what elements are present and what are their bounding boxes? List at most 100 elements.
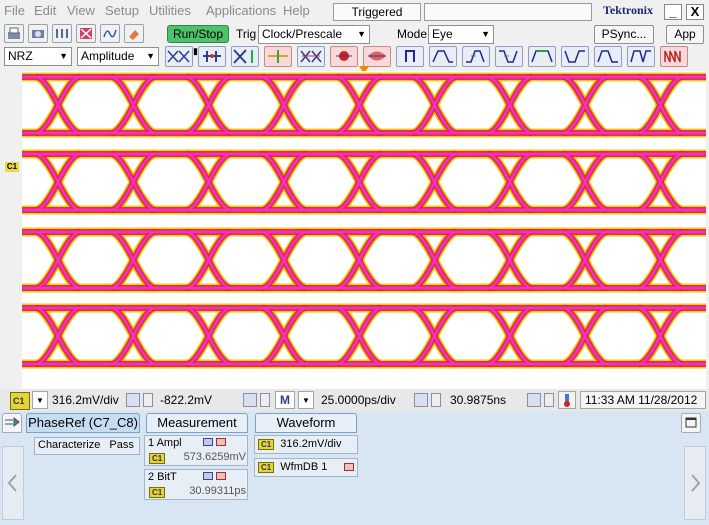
crossing-icon[interactable] <box>198 46 226 67</box>
psync-button[interactable]: PSync... <box>594 25 654 44</box>
scroll-right-button[interactable] <box>684 446 706 520</box>
waveform-label: WfmDB 1 <box>280 461 328 473</box>
run-stop-button[interactable]: Run/Stop ▮▮ <box>167 25 229 56</box>
trig-source-value: Clock/Prescale <box>262 27 343 41</box>
measurement-card[interactable]: 1 Ampl C1 573.6259mV <box>144 435 248 466</box>
eraser-icon[interactable] <box>124 24 144 43</box>
math-dropdown[interactable]: ▼ <box>298 391 314 409</box>
eye-height-icon[interactable] <box>231 46 259 67</box>
rise-fall-icon[interactable] <box>429 46 457 67</box>
keypad-icon[interactable] <box>126 393 140 407</box>
waveform-item[interactable]: C1 316.2mV/div <box>254 435 358 454</box>
channel-marker[interactable]: C1 <box>5 162 19 172</box>
measure-type-value: Amplitude <box>81 49 135 63</box>
stats-icon <box>203 472 213 480</box>
close-button[interactable]: X <box>686 4 704 20</box>
channel-select-button[interactable]: C1 <box>10 392 30 410</box>
keypad-icon[interactable] <box>243 393 257 407</box>
expand-icon[interactable] <box>2 413 22 433</box>
tab-measurement[interactable]: Measurement <box>146 413 248 433</box>
signal-type-value: NRZ <box>8 49 33 63</box>
trigger-status: Triggered <box>333 3 421 21</box>
status-field <box>424 3 592 21</box>
close-icon[interactable] <box>216 438 226 446</box>
menu-edit[interactable]: Edit <box>34 3 56 18</box>
low-level-icon[interactable] <box>561 46 589 67</box>
mode-select[interactable]: Eye ▼ <box>428 25 494 44</box>
chevron-down-icon: ▼ <box>146 51 155 61</box>
spin-icon[interactable] <box>260 393 270 407</box>
date-time: 11:33 AM 11/28/2012 <box>580 391 706 409</box>
run-stop-label: Run/Stop <box>172 27 224 41</box>
waveform-channel: C1 <box>258 462 275 473</box>
app-button[interactable]: App <box>666 25 704 44</box>
waveform-item[interactable]: C1 WfmDB 1 <box>254 458 358 477</box>
clear-data-icon[interactable] <box>76 24 96 43</box>
menu-utilities[interactable]: Utilities <box>149 3 191 18</box>
jitter-icon[interactable] <box>264 46 292 67</box>
menu-setup[interactable]: Setup <box>105 3 139 18</box>
signal-type-select[interactable]: NRZ ▼ <box>4 47 72 66</box>
spin-icon[interactable] <box>544 393 554 407</box>
menu-bar: File Edit View Setup Utilities Applicati… <box>0 0 709 22</box>
characterize-row[interactable]: Characterize Pass <box>34 437 140 455</box>
trig-source-select[interactable]: Clock/Prescale ▼ <box>258 25 370 44</box>
measurement-name: 1 Ampl <box>148 437 182 449</box>
channel-label: C1 <box>13 396 25 406</box>
duty-cycle-icon[interactable] <box>594 46 622 67</box>
close-icon[interactable] <box>216 472 226 480</box>
measurement-value: 30.99311ps <box>189 485 246 497</box>
tab-waveform[interactable]: Waveform <box>255 413 357 433</box>
brand-logo: Tektronix <box>603 3 654 17</box>
rise-time-icon[interactable] <box>462 46 490 67</box>
vertical-scale[interactable]: 316.2mV/div <box>52 393 119 407</box>
tab-phase-ref[interactable]: PhaseRef (C7_C8) <box>26 413 140 433</box>
chevron-down-icon: ▼ <box>36 396 44 405</box>
chevron-down-icon: ▼ <box>481 29 490 39</box>
close-icon[interactable] <box>344 463 354 471</box>
window-restore-icon[interactable] <box>681 413 701 433</box>
stats-icon <box>203 438 213 446</box>
spin-icon[interactable] <box>143 393 153 407</box>
minimize-button[interactable]: _ <box>664 4 682 20</box>
measurement-name: 2 BitT <box>148 471 177 483</box>
print-icon[interactable] <box>4 24 24 43</box>
trig-label: Trig <box>236 27 257 41</box>
menu-applications[interactable]: Applications <box>206 3 276 18</box>
autoset-icon[interactable] <box>52 24 72 43</box>
eye-width-icon[interactable] <box>297 46 325 67</box>
measurement-card[interactable]: 2 BitT C1 30.99311ps <box>144 469 248 500</box>
horizontal-scale[interactable]: 25.0000ps/div <box>321 393 396 407</box>
spin-icon[interactable] <box>431 393 441 407</box>
scroll-left-button[interactable] <box>2 446 24 520</box>
high-level-icon[interactable] <box>528 46 556 67</box>
extinction-ratio-icon[interactable] <box>165 46 193 67</box>
channel-dropdown[interactable]: ▼ <box>32 391 48 409</box>
temperature-icon[interactable] <box>558 391 576 409</box>
menu-file[interactable]: File <box>4 3 25 18</box>
keypad-icon[interactable] <box>527 393 541 407</box>
menu-help[interactable]: Help <box>283 3 310 18</box>
fall-time-icon[interactable] <box>495 46 523 67</box>
measurement-channel: C1 <box>149 453 166 464</box>
pulse-icon[interactable] <box>396 46 424 67</box>
period-icon[interactable] <box>627 46 655 67</box>
characterize-label: Characterize <box>38 439 101 451</box>
noise-icon[interactable] <box>330 46 358 67</box>
frequency-icon[interactable] <box>660 46 688 67</box>
camera-icon[interactable] <box>28 24 48 43</box>
chevron-down-icon: ▼ <box>302 396 310 405</box>
measurement-value: 573.6259mV <box>183 451 246 463</box>
vertical-offset[interactable]: -822.2mV <box>160 393 212 407</box>
menu-view[interactable]: View <box>67 3 95 18</box>
chevron-down-icon: ▼ <box>59 51 68 61</box>
waveform-icon[interactable] <box>100 24 120 43</box>
horizontal-position[interactable]: 30.9875ns <box>450 393 506 407</box>
mask-icon[interactable] <box>363 46 391 67</box>
waveform-display[interactable] <box>22 71 706 389</box>
math-button[interactable]: M <box>275 391 295 409</box>
pass-status: Pass <box>109 439 134 451</box>
waveform-channel: C1 <box>258 439 275 450</box>
measure-type-select[interactable]: Amplitude ▼ <box>77 47 159 66</box>
keypad-icon[interactable] <box>414 393 428 407</box>
